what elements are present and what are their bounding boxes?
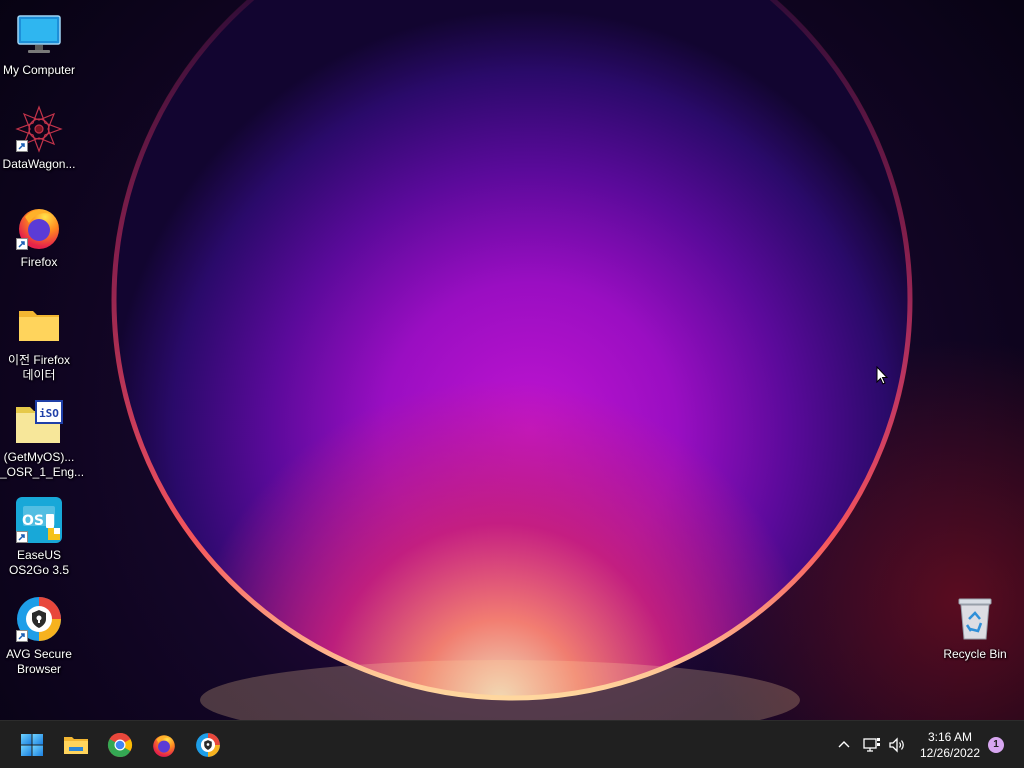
desktop-icon-firefox-data-folder[interactable]: 이전 Firefox 데이터 bbox=[0, 300, 78, 383]
recycle-bin-icon bbox=[950, 594, 1000, 644]
notification-badge[interactable]: 1 bbox=[988, 737, 1004, 753]
avg-browser-icon bbox=[196, 733, 220, 757]
desktop-icon-easeus[interactable]: OS EaseUS OS2Go 3.5 bbox=[0, 495, 78, 578]
iso-file-icon: iSO bbox=[14, 397, 64, 447]
shortcut-arrow-icon bbox=[16, 140, 28, 152]
firefox-icon bbox=[14, 202, 64, 252]
easeus-icon: OS bbox=[14, 495, 64, 545]
wallpaper bbox=[0, 0, 1024, 720]
speaker-icon bbox=[889, 737, 904, 753]
volume-button[interactable] bbox=[885, 733, 909, 757]
folder-icon bbox=[64, 737, 88, 754]
desktop-icon-iso-file[interactable]: iSO (GetMyOS)... _OSR_1_Eng... bbox=[0, 397, 85, 480]
desktop-icon-my-computer[interactable]: My Computer bbox=[0, 10, 78, 78]
desktop-icon-label: (GetMyOS)... _OSR_1_Eng... bbox=[0, 450, 85, 479]
desktop[interactable]: My Computer DataWagon... Firefox 이전 Fire… bbox=[0, 0, 1024, 720]
clock-time: 3:16 AM bbox=[927, 730, 973, 744]
mandala-icon bbox=[14, 104, 64, 154]
desktop-icon-label: Recycle Bin bbox=[943, 647, 1007, 661]
svg-text:OS: OS bbox=[22, 513, 44, 529]
start-button[interactable] bbox=[14, 727, 50, 763]
desktop-icon-label: Firefox bbox=[20, 255, 58, 269]
desktop-icon-label: 이전 Firefox 데이터 bbox=[7, 353, 71, 382]
desktop-icon-firefox[interactable]: Firefox bbox=[0, 202, 78, 270]
mouse-pointer-icon bbox=[876, 366, 888, 385]
desktop-icon-avg-browser[interactable]: AVG Secure Browser bbox=[0, 594, 78, 677]
shortcut-arrow-icon bbox=[16, 531, 28, 543]
firefox-icon bbox=[153, 735, 175, 757]
taskbar: 3:16 AM 12/26/2022 1 bbox=[0, 720, 1024, 768]
chrome-icon bbox=[107, 732, 133, 758]
taskbar-firefox-button[interactable] bbox=[146, 727, 182, 763]
windows-start-icon bbox=[21, 734, 43, 756]
network-icon bbox=[863, 738, 880, 752]
avg-browser-icon bbox=[14, 594, 64, 644]
taskbar-file-explorer-button[interactable] bbox=[58, 727, 94, 763]
shortcut-arrow-icon bbox=[16, 238, 28, 250]
show-hidden-icons-button[interactable] bbox=[832, 733, 856, 757]
desktop-icon-label: EaseUS OS2Go 3.5 bbox=[8, 548, 70, 577]
desktop-icon-recycle-bin[interactable]: Recycle Bin bbox=[936, 594, 1014, 662]
monitor-icon bbox=[14, 10, 64, 60]
svg-text:iSO: iSO bbox=[39, 407, 59, 420]
desktop-icon-label: DataWagon... bbox=[2, 157, 76, 171]
clock[interactable]: 3:16 AM 12/26/2022 bbox=[912, 729, 988, 761]
chevron-up-icon bbox=[838, 741, 850, 748]
taskbar-avg-browser-button[interactable] bbox=[190, 727, 226, 763]
desktop-icon-datawagon[interactable]: DataWagon... bbox=[0, 104, 78, 172]
desktop-icon-label: My Computer bbox=[2, 63, 76, 77]
desktop-icon-label: AVG Secure Browser bbox=[6, 647, 72, 676]
taskbar-chrome-button[interactable] bbox=[102, 727, 138, 763]
clock-date: 12/26/2022 bbox=[919, 746, 981, 760]
folder-icon bbox=[14, 300, 64, 350]
network-button[interactable] bbox=[860, 733, 884, 757]
shortcut-arrow-icon bbox=[16, 630, 28, 642]
